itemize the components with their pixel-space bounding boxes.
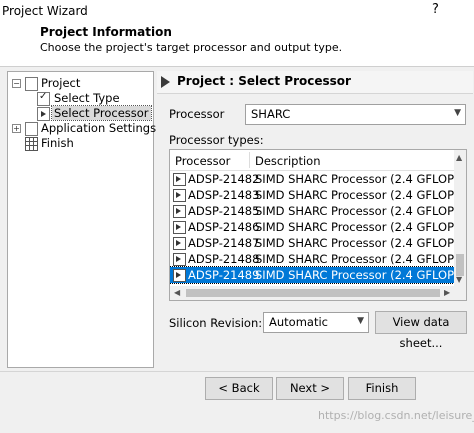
processor-chip-icon <box>173 269 186 282</box>
footer-divider <box>0 371 474 372</box>
processor-description: SIMD SHARC Processor (2.4 GFLOPS, 800 M.… <box>255 188 454 202</box>
processor-types-label: Processor types: <box>169 133 264 147</box>
processor-description: SIMD SHARC Processor (2.4 GFLOPS, 800 M.… <box>255 236 454 250</box>
finish-button[interactable]: Finish <box>348 377 416 400</box>
tree-label-application-settings: Application Settings <box>41 121 157 135</box>
project-icon <box>25 77 38 91</box>
column-header-description[interactable]: Description <box>255 154 321 168</box>
processor-select[interactable]: SHARC ▼ <box>245 104 466 125</box>
header-title: Project Information <box>40 25 172 39</box>
checkmark-icon <box>37 91 50 106</box>
list-header: Processor Description <box>170 150 454 171</box>
processor-name: ADSP-21488 <box>188 252 260 266</box>
list-item[interactable]: ADSP-21488 SIMD SHARC Processor (2.4 GFL… <box>170 251 454 267</box>
list-item-selected[interactable]: ADSP-21489 SIMD SHARC Processor (2.4 GFL… <box>170 266 455 284</box>
back-button[interactable]: < Back <box>205 377 273 400</box>
processor-chip-icon <box>173 173 186 186</box>
help-icon[interactable]: ? <box>432 2 439 17</box>
watermark: https://blog.csdn.net/leisure_ksj <box>318 409 474 422</box>
list-item[interactable]: ADSP-21485 SIMD SHARC Processor (2.4 GFL… <box>170 203 454 219</box>
silicon-revision-value: Automatic <box>269 315 328 329</box>
column-header-processor[interactable]: Processor <box>175 154 230 168</box>
column-divider[interactable] <box>249 152 250 168</box>
silicon-revision-select[interactable]: Automatic ▼ <box>263 312 369 333</box>
processor-chip-icon <box>173 221 186 234</box>
processor-chip-icon <box>173 189 186 202</box>
scroll-left-icon[interactable]: ◀ <box>174 288 180 297</box>
processor-chip-icon <box>173 237 186 250</box>
arrow-right-icon <box>161 76 170 88</box>
chevron-down-icon: ▼ <box>357 316 364 326</box>
processor-name: ADSP-21485 <box>188 204 260 218</box>
list-item[interactable]: ADSP-21487 SIMD SHARC Processor (2.4 GFL… <box>170 235 454 251</box>
tree-label-finish: Finish <box>41 136 74 150</box>
tree-label-project: Project <box>41 76 81 90</box>
processor-description: SIMD SHARC Processor (2.4 GFLOPS, 800 M.… <box>255 204 454 218</box>
processor-name: ADSP-21486 <box>188 220 260 234</box>
scroll-up-icon[interactable]: ▲ <box>456 153 462 162</box>
silicon-revision-label: Silicon Revision: <box>169 316 263 330</box>
processor-name: ADSP-21483 <box>188 188 260 202</box>
tree-label-select-type: Select Type <box>54 91 120 105</box>
processor-label: Processor <box>169 107 225 121</box>
scroll-thumb[interactable] <box>456 254 464 276</box>
current-step-icon <box>37 107 50 121</box>
vertical-scrollbar[interactable]: ▲ ▼ <box>454 150 466 286</box>
processor-description: SIMD SHARC Processor (2.4 GFLOPS, 800 M.… <box>255 252 454 266</box>
wizard-steps-tree: − Project Select Type Select Processor +… <box>7 71 157 368</box>
processor-chip-icon <box>173 205 186 218</box>
processor-name: ADSP-21489 <box>188 268 260 282</box>
window-title: Project Wizard <box>2 4 88 18</box>
scroll-down-icon[interactable]: ▼ <box>456 275 462 284</box>
header-subtitle: Choose the project's target processor an… <box>40 41 343 54</box>
list-item[interactable]: ADSP-21486 SIMD SHARC Processor (2.4 GFL… <box>170 219 454 235</box>
processor-name: ADSP-21487 <box>188 236 260 250</box>
title-bar: Project Wizard ? <box>0 0 474 22</box>
chevron-down-icon: ▼ <box>454 108 461 118</box>
processor-chip-icon <box>173 253 186 266</box>
collapse-icon[interactable]: − <box>12 79 21 88</box>
panel-title-bar: Project : Select Processor <box>157 71 473 94</box>
processor-description: SIMD SHARC Processor (2.4 GFLOPS, 800 M.… <box>255 268 454 282</box>
finish-flag-icon <box>25 137 38 151</box>
wizard-header: Project Information Choose the project's… <box>0 22 474 67</box>
list-item[interactable]: ADSP-21483 SIMD SHARC Processor (2.4 GFL… <box>170 187 454 203</box>
processor-description: SIMD SHARC Processor (2.4 GFLOPS, 800 M.… <box>255 172 454 186</box>
list-item[interactable]: ADSP-21482 SIMD SHARC Processor (2.4 GFL… <box>170 171 454 187</box>
panel-title: Project : Select Processor <box>177 74 351 88</box>
settings-page-icon <box>25 122 38 136</box>
view-data-sheet-button[interactable]: View data sheet... <box>375 311 467 350</box>
scroll-right-icon[interactable]: ▶ <box>444 288 450 297</box>
processor-types-list[interactable]: Processor Description ADSP-21482 SIMD SH… <box>169 149 467 301</box>
tree-label-select-processor: Select Processor <box>51 105 152 121</box>
processor-select-value: SHARC <box>251 107 291 121</box>
processor-name: ADSP-21482 <box>188 172 260 186</box>
horizontal-scrollbar[interactable]: ◀ ▶ <box>170 286 466 300</box>
expand-icon[interactable]: + <box>12 124 21 133</box>
processor-description: SIMD SHARC Processor (2.4 GFLOPS, 800 M.… <box>255 220 454 234</box>
next-button[interactable]: Next > <box>276 377 344 400</box>
scroll-thumb-horizontal[interactable] <box>186 289 440 297</box>
